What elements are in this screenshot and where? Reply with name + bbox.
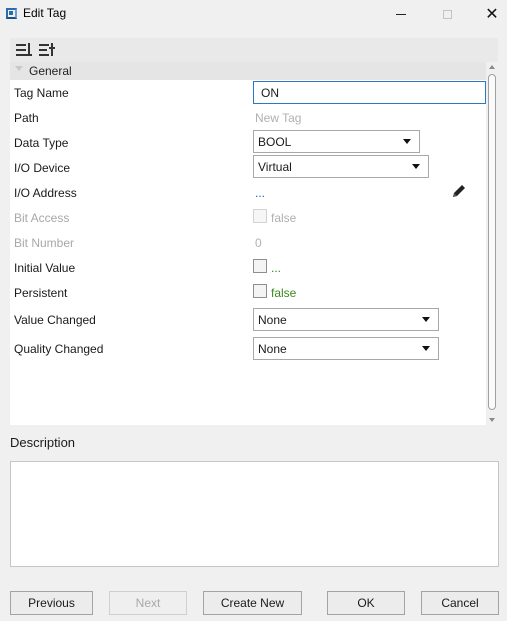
title-bar: Edit Tag ✕	[0, 0, 507, 28]
data-type-combobox[interactable]: BOOL	[253, 130, 420, 153]
window-title: Edit Tag	[23, 6, 67, 20]
pencil-icon[interactable]	[450, 182, 468, 200]
tag-name-label: Tag Name	[14, 86, 69, 100]
scroll-up-icon[interactable]	[489, 65, 495, 69]
description-label: Description	[10, 435, 76, 450]
chevron-down-icon	[422, 317, 430, 322]
collapse-arrow-icon[interactable]	[15, 66, 23, 71]
value-changed-label: Value Changed	[14, 313, 96, 327]
quality-changed-label: Quality Changed	[14, 342, 104, 356]
category-label: General	[29, 64, 72, 78]
tag-name-value: ON	[261, 86, 279, 100]
initial-value-label: Initial Value	[14, 261, 76, 275]
bit-access-label: Bit Access	[14, 211, 70, 225]
bit-access-checkbox	[253, 209, 267, 223]
minimize-button[interactable]	[378, 0, 424, 28]
cancel-button[interactable]: Cancel	[421, 591, 499, 615]
chevron-down-icon	[422, 346, 430, 351]
previous-button[interactable]: Previous	[10, 591, 93, 615]
io-address-label: I/O Address	[14, 186, 77, 200]
sort-categorized-icon[interactable]	[15, 41, 33, 59]
initial-value-value[interactable]: ...	[271, 261, 281, 275]
data-type-value: BOOL	[258, 135, 292, 149]
value-changed-value: None	[258, 313, 287, 327]
next-button: Next	[109, 591, 187, 615]
sort-alphabetical-icon[interactable]	[38, 41, 56, 59]
vertical-scrollbar[interactable]	[486, 62, 498, 425]
property-grid: General Tag Name ON Path New Tag Data Ty…	[10, 62, 498, 425]
initial-value-checkbox[interactable]	[253, 259, 267, 273]
ok-button[interactable]: OK	[327, 591, 405, 615]
persistent-checkbox[interactable]	[253, 284, 267, 298]
persistent-value: false	[271, 286, 297, 300]
description-textarea[interactable]	[10, 461, 499, 567]
app-icon	[6, 8, 17, 19]
scrollbar-thumb[interactable]	[488, 74, 496, 410]
bit-number-label: Bit Number	[14, 236, 75, 250]
bit-access-value: false	[271, 211, 297, 225]
path-value: New Tag	[255, 111, 302, 125]
maximize-icon	[442, 9, 452, 19]
property-grid-toolbar	[10, 38, 498, 62]
io-device-value: Virtual	[258, 160, 292, 174]
io-device-label: I/O Device	[14, 161, 71, 175]
category-general[interactable]: General	[10, 62, 486, 80]
quality-changed-combobox[interactable]: None	[253, 337, 439, 360]
create-new-button[interactable]: Create New	[203, 591, 302, 615]
data-type-label: Data Type	[14, 136, 69, 150]
minimize-icon	[396, 13, 406, 15]
quality-changed-value: None	[258, 342, 287, 356]
io-address-value[interactable]: ...	[255, 186, 265, 200]
chevron-down-icon	[403, 139, 411, 144]
path-label: Path	[14, 111, 39, 125]
tag-name-input[interactable]: ON	[253, 81, 486, 104]
value-changed-combobox[interactable]: None	[253, 308, 439, 331]
maximize-button	[424, 0, 470, 28]
close-button[interactable]: ✕	[469, 0, 507, 28]
io-device-combobox[interactable]: Virtual	[253, 155, 429, 178]
scroll-down-icon[interactable]	[489, 418, 495, 422]
bit-number-value: 0	[255, 236, 262, 250]
persistent-label: Persistent	[14, 286, 68, 300]
chevron-down-icon	[412, 164, 420, 169]
close-icon: ✕	[485, 6, 499, 23]
